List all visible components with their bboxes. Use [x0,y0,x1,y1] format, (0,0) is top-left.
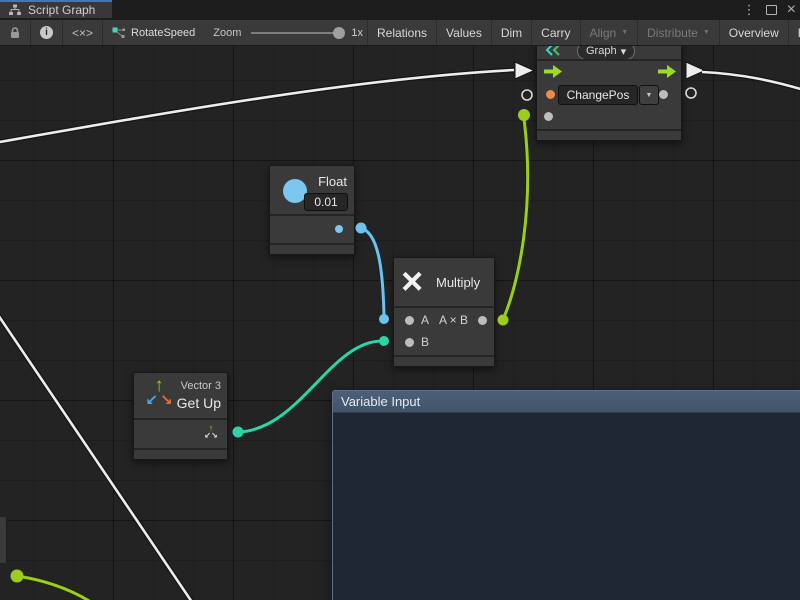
group-panel-title[interactable]: Variable Input [333,391,800,413]
tab-script-graph[interactable]: Script Graph [0,0,112,18]
multiply-output-label: A × B [439,313,468,327]
code-icon: <×> [72,26,93,40]
lock-icon [9,26,21,39]
node-footer [537,129,681,140]
info-button[interactable]: i [31,20,63,45]
info-icon: i [40,26,53,39]
multiply-input-b-label: B [421,335,429,349]
graph-toolbar: i <×> RotateSpeed Zoom 1x Relations Valu… [0,20,800,46]
value-input-port-2[interactable] [544,112,553,121]
dim-button[interactable]: Dim [492,20,532,45]
value-input-port-orange[interactable] [546,90,555,99]
chevron-down-icon: ▼ [703,29,710,36]
multiply-output-port[interactable] [478,316,487,325]
zoom-control: Zoom 1x [204,20,368,45]
float-output-port[interactable] [335,225,343,233]
get-up-title: Get Up [177,395,221,411]
graph-name-label: RotateSpeed [131,27,195,39]
graph-unit-node[interactable]: Graph▾ ChangePos ▼ [536,40,682,141]
vector3-get-up-node[interactable]: ↑ ↙↘ Vector 3 Get Up ↑ ↙↘ [133,372,228,460]
control-output-port[interactable] [658,65,676,78]
overview-button[interactable]: Overview [720,20,789,45]
zoom-label: Zoom [213,27,241,39]
full-screen-button[interactable]: Full Screen [789,20,800,45]
variable-dropdown-button[interactable]: ▼ [639,85,659,105]
lock-button[interactable] [0,20,31,45]
multiply-icon: × [401,258,423,306]
vector3-output-port[interactable]: ↑ ↙↘ [202,424,220,440]
group-panel-variable-input[interactable]: Variable Input [332,390,800,600]
distribute-dropdown[interactable]: Distribute▼ [638,20,720,45]
vector3-type-label: Vector 3 [181,380,221,392]
zoom-value: 1x [351,27,363,39]
zoom-slider[interactable] [251,32,341,34]
value-output-port[interactable] [659,90,668,99]
multiply-node[interactable]: × Multiply A A × B B [393,257,495,367]
window-close-icon[interactable]: × [787,0,796,20]
zoom-slider-handle[interactable] [333,27,345,39]
graph-node-icon [112,27,125,39]
multiply-input-a-port[interactable] [405,316,414,325]
carry-button[interactable]: Carry [532,20,580,45]
window-menu-icon[interactable]: ⋮ [743,0,756,20]
script-graph-icon [8,4,22,16]
tab-label: Script Graph [28,3,95,17]
node-footer [394,355,494,366]
script-graph-window: Variable Input Graph▾ ChangePos ▼ [0,0,800,600]
multiply-input-b-port[interactable] [405,338,414,347]
float-node-title: Float [318,174,347,189]
float-value-input[interactable]: 0.01 [304,193,348,211]
align-dropdown[interactable]: Align▼ [581,20,639,45]
offscreen-node-edge [0,517,7,563]
control-input-port[interactable] [544,65,562,78]
multiply-input-a-label: A [421,313,429,327]
window-titlebar: Script Graph ⋮ × [0,0,800,20]
chevron-down-icon: ▼ [621,29,628,36]
float-node[interactable]: Float 0.01 [269,165,355,255]
window-maximize-icon[interactable] [766,5,777,15]
code-view-button[interactable]: <×> [63,20,103,45]
node-footer [270,243,354,254]
node-footer [134,448,227,459]
graph-breadcrumb[interactable]: RotateSpeed [103,20,204,45]
multiply-node-title: Multiply [436,275,480,290]
values-button[interactable]: Values [437,20,492,45]
variable-name-field[interactable]: ChangePos [558,85,638,105]
relations-button[interactable]: Relations [368,20,437,45]
vector3-type-icon: ↑ ↙↘ [142,376,176,408]
